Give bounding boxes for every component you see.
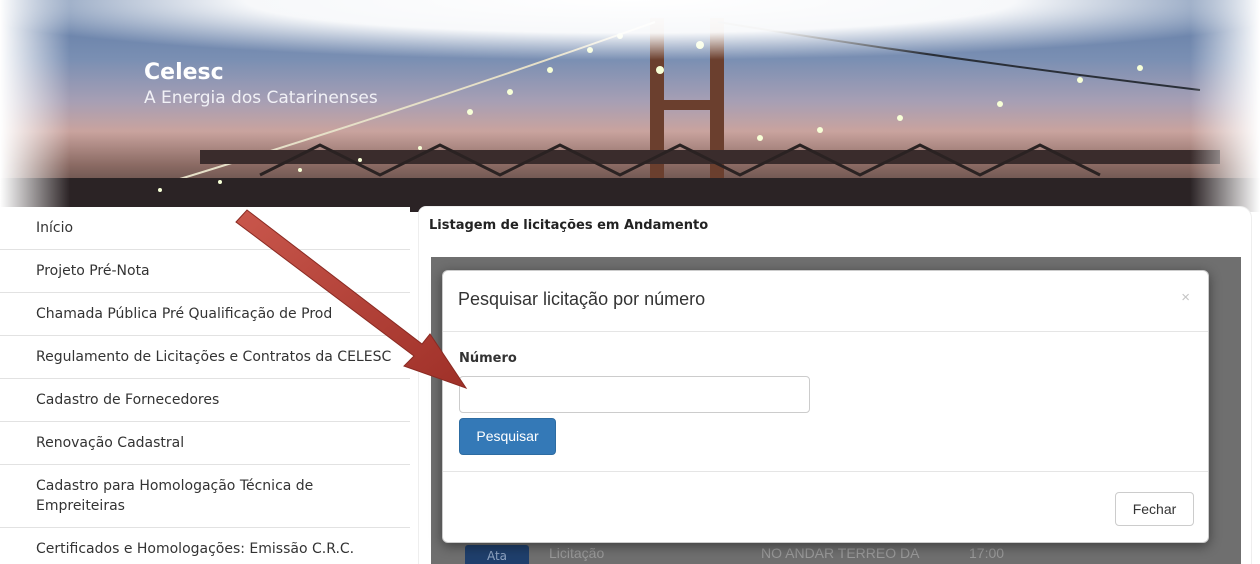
sidebar-item-regulamento[interactable]: Regulamento de Licitações e Contratos da… bbox=[0, 336, 410, 379]
sidebar-item-renovacao-cadastral[interactable]: Renovação Cadastral bbox=[0, 422, 410, 465]
row-location: NO ANDAR TERREO DA bbox=[761, 545, 920, 561]
modal-body: Número Pesquisar bbox=[443, 332, 1208, 472]
brand-title: Celesc bbox=[144, 60, 224, 85]
page-title: Listagem de licitações em Andamento bbox=[429, 218, 709, 233]
sidebar-item-cadastro-fornecedores[interactable]: Cadastro de Fornecedores bbox=[0, 379, 410, 422]
close-icon[interactable]: × bbox=[1181, 289, 1190, 306]
brand-subtitle: A Energia dos Catarinenses bbox=[144, 88, 378, 108]
modal-header: Pesquisar licitação por número × bbox=[443, 271, 1208, 332]
numero-input[interactable] bbox=[459, 376, 810, 413]
modal-title: Pesquisar licitação por número bbox=[458, 289, 706, 309]
sidebar-item-chamada-publica[interactable]: Chamada Pública Pré Qualificação de Prod bbox=[0, 293, 410, 336]
close-button[interactable]: Fechar bbox=[1115, 492, 1194, 526]
sidebar-item-homologacao-empreiteiras[interactable]: Cadastro para Homologação Técnica de Emp… bbox=[0, 465, 410, 528]
search-modal: Pesquisar licitação por número × Número … bbox=[442, 270, 1209, 543]
search-button[interactable]: Pesquisar bbox=[459, 418, 556, 455]
sidebar-item-certificados[interactable]: Certificados e Homologações: Emissão C.R… bbox=[0, 528, 410, 564]
modal-footer: Fechar bbox=[443, 472, 1208, 542]
row-badge-ata[interactable]: Ata bbox=[465, 545, 529, 564]
numero-label: Número bbox=[459, 351, 517, 366]
sidebar: Início Projeto Pré-Nota Chamada Pública … bbox=[0, 207, 410, 564]
header-banner: Celesc A Energia dos Catarinenses bbox=[0, 0, 1260, 212]
sidebar-item-projeto-pre-nota[interactable]: Projeto Pré-Nota bbox=[0, 250, 410, 293]
row-time: 17:00 bbox=[969, 545, 1005, 561]
sidebar-item-inicio[interactable]: Início bbox=[0, 207, 410, 250]
row-type: Licitação bbox=[549, 545, 605, 561]
